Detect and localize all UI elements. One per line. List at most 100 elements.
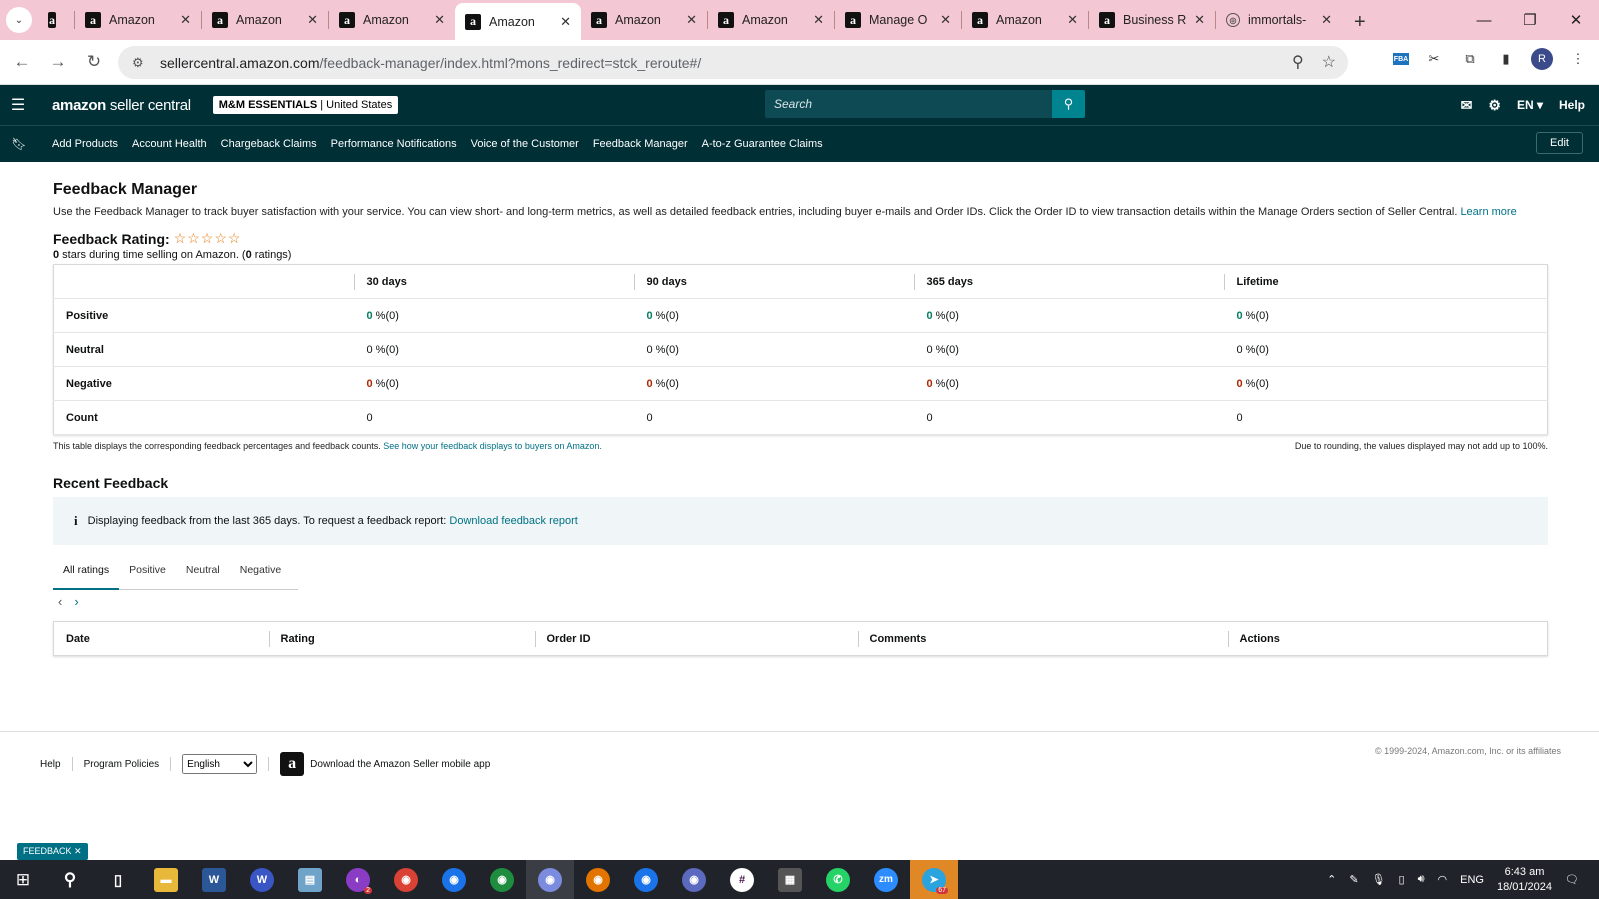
- edit-button[interactable]: Edit: [1536, 132, 1583, 154]
- program-policies-link[interactable]: Program Policies: [84, 759, 160, 770]
- chrome-icon[interactable]: ◉: [670, 860, 718, 899]
- seller-central-logo[interactable]: amazon seller central: [52, 97, 191, 114]
- zoom-app-icon[interactable]: zm: [862, 860, 910, 899]
- notifications-icon[interactable]: 🗨︎: [1565, 873, 1579, 886]
- chrome-icon[interactable]: ◉: [622, 860, 670, 899]
- nav-chargeback-claims[interactable]: Chargeback Claims: [221, 138, 317, 150]
- microphone-icon[interactable]: 🎙︎: [1372, 873, 1386, 886]
- more-menu-icon[interactable]: ⋮: [1567, 48, 1589, 70]
- task-view-icon[interactable]: ▯: [94, 860, 142, 899]
- address-bar[interactable]: ⚙ sellercentral.amazon.com/feedback-mana…: [118, 46, 1348, 79]
- app-icon[interactable]: W: [238, 860, 286, 899]
- wifi-icon[interactable]: ◠: [1438, 873, 1448, 886]
- search-icon[interactable]: ⚲: [1052, 90, 1085, 118]
- clock[interactable]: 6:43 am 18/01/2024: [1497, 865, 1552, 895]
- browser-tab[interactable]: a Amazon ✕: [75, 3, 201, 37]
- chrome-icon[interactable]: ◉: [526, 860, 574, 899]
- pen-icon[interactable]: ✎: [1349, 873, 1358, 886]
- browser-tab[interactable]: a Manage O ✕: [835, 3, 961, 37]
- column-header[interactable]: Date: [54, 622, 269, 656]
- close-icon[interactable]: ✕: [1321, 12, 1332, 28]
- nav-add-products[interactable]: Add Products: [52, 138, 118, 150]
- puzzle-extensions-icon[interactable]: ⧉: [1459, 48, 1481, 70]
- browser-tab-pinned[interactable]: a: [38, 3, 74, 37]
- close-icon[interactable]: ✕: [307, 12, 318, 28]
- slack-icon[interactable]: #: [718, 860, 766, 899]
- app-icon[interactable]: ◐ 2: [334, 860, 382, 899]
- whatsapp-icon[interactable]: ✆: [814, 860, 862, 899]
- bookmark-star-icon[interactable]: ☆: [1322, 52, 1336, 72]
- help-link[interactable]: Help: [1559, 98, 1585, 112]
- forward-arrow-icon[interactable]: →: [40, 44, 76, 80]
- word-icon[interactable]: W: [190, 860, 238, 899]
- chrome-icon[interactable]: ◉: [478, 860, 526, 899]
- browser-tab[interactable]: a Amazon ✕: [581, 3, 707, 37]
- browser-tab[interactable]: a Business R ✕: [1089, 3, 1215, 37]
- close-icon[interactable]: ✕: [180, 12, 191, 28]
- close-icon[interactable]: ✕: [1067, 12, 1078, 28]
- back-arrow-icon[interactable]: ←: [4, 44, 40, 80]
- mail-icon[interactable]: ✉: [1461, 97, 1473, 114]
- download-report-link[interactable]: Download feedback report: [449, 515, 577, 527]
- taskbar-search-icon[interactable]: ⚲: [46, 860, 94, 899]
- extension-icon[interactable]: ✂: [1423, 48, 1445, 70]
- browser-tab[interactable]: a Amazon ✕: [962, 3, 1088, 37]
- close-icon[interactable]: ✕: [813, 12, 824, 28]
- mobile-app-link[interactable]: Download the Amazon Seller mobile app: [310, 759, 490, 770]
- side-panel-icon[interactable]: ▮: [1495, 48, 1517, 70]
- browser-tab-active[interactable]: a Amazon ✕: [455, 3, 581, 40]
- close-window-icon[interactable]: ✕: [1553, 0, 1599, 40]
- learn-more-link[interactable]: Learn more: [1460, 206, 1516, 218]
- new-tab-button[interactable]: +: [1354, 11, 1366, 34]
- battery-icon[interactable]: ▯: [1399, 873, 1405, 886]
- close-icon[interactable]: ✕: [940, 12, 951, 28]
- windows-start-icon[interactable]: ⊞: [0, 870, 46, 890]
- language-indicator[interactable]: ENG: [1460, 874, 1484, 886]
- chrome-icon[interactable]: ◉: [382, 860, 430, 899]
- search-input[interactable]: Search: [765, 97, 1052, 111]
- fba-extension-icon[interactable]: FBA: [1393, 53, 1409, 65]
- telegram-icon[interactable]: ➤ 67: [910, 860, 958, 899]
- tab-all-ratings[interactable]: All ratings: [53, 564, 120, 590]
- seller-search[interactable]: Search ⚲: [765, 90, 1085, 118]
- chrome-icon[interactable]: ◉: [430, 860, 478, 899]
- column-header[interactable]: Rating: [268, 622, 535, 656]
- nav-a-to-z-claims[interactable]: A-to-z Guarantee Claims: [702, 138, 823, 150]
- zoom-icon[interactable]: ⚲: [1292, 52, 1304, 72]
- close-icon[interactable]: ✕: [686, 12, 697, 28]
- gear-icon[interactable]: ⚙: [1488, 97, 1501, 114]
- browser-tab[interactable]: a Amazon ✕: [329, 3, 455, 37]
- tab-positive[interactable]: Positive: [119, 564, 176, 590]
- store-switcher[interactable]: M&M ESSENTIALS | United States: [212, 96, 399, 114]
- reload-icon[interactable]: ↻: [76, 44, 112, 80]
- tab-neutral[interactable]: Neutral: [176, 564, 230, 590]
- language-select[interactable]: English: [182, 754, 258, 774]
- hamburger-menu-icon[interactable]: ☰: [0, 95, 36, 115]
- browser-tab[interactable]: a Amazon ✕: [708, 3, 834, 37]
- chevron-right-icon[interactable]: ›: [74, 594, 78, 609]
- chevron-up-icon[interactable]: ⌃: [1327, 873, 1336, 886]
- browser-tab[interactable]: ◎ immortals- ✕: [1216, 3, 1342, 37]
- column-header[interactable]: Order ID: [534, 622, 858, 656]
- tab-search-button[interactable]: ⌄: [0, 0, 38, 40]
- site-info-icon[interactable]: ⚙: [132, 55, 150, 71]
- nav-performance-notifications[interactable]: Performance Notifications: [331, 138, 457, 150]
- file-explorer-icon[interactable]: ▬: [142, 860, 190, 899]
- chrome-icon[interactable]: ◉: [574, 860, 622, 899]
- language-switcher[interactable]: EN ▾: [1517, 98, 1543, 112]
- nav-voice-of-customer[interactable]: Voice of the Customer: [471, 138, 579, 150]
- calculator-icon[interactable]: ▦: [766, 860, 814, 899]
- feedback-display-link[interactable]: See how your feedback displays to buyers…: [383, 441, 602, 451]
- bookmark-icon[interactable]: 🔖︎: [0, 137, 38, 151]
- volume-icon[interactable]: 🔊︎: [1418, 873, 1425, 886]
- close-icon[interactable]: ✕: [560, 14, 571, 30]
- browser-tab[interactable]: a Amazon ✕: [202, 3, 328, 37]
- restore-icon[interactable]: ❐: [1507, 0, 1553, 40]
- close-icon[interactable]: ✕: [1194, 12, 1205, 28]
- nav-account-health[interactable]: Account Health: [132, 138, 207, 150]
- column-header[interactable]: Comments: [857, 622, 1228, 656]
- amazon-app-icon[interactable]: a: [280, 752, 305, 776]
- minimize-icon[interactable]: —: [1461, 0, 1507, 40]
- feedback-button[interactable]: FEEDBACK ✕: [17, 843, 88, 860]
- tab-negative[interactable]: Negative: [230, 564, 291, 590]
